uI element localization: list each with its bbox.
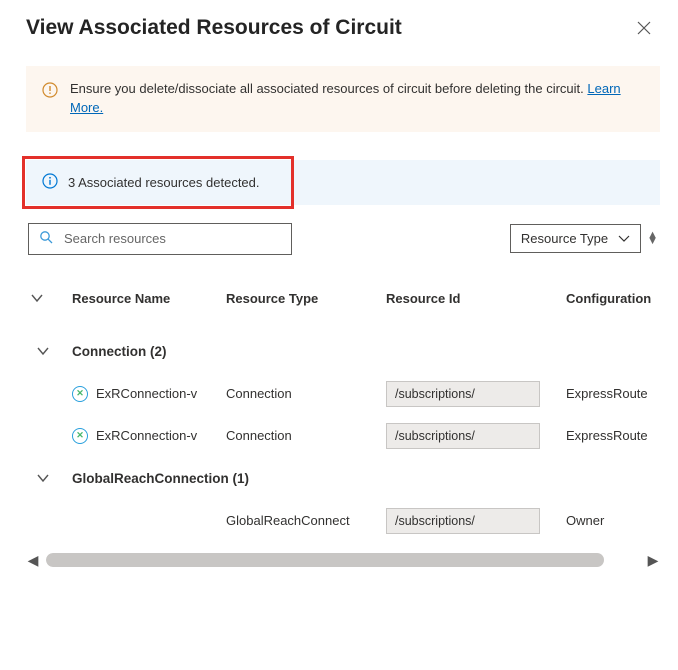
cell-name: ✕ExRConnection-v bbox=[72, 428, 226, 444]
group-row[interactable]: Connection (2) bbox=[26, 330, 660, 373]
cell-config: ExpressRoute bbox=[566, 386, 678, 401]
col-name-header[interactable]: Resource Name bbox=[72, 291, 226, 306]
close-button[interactable] bbox=[628, 12, 660, 44]
cell-type: Connection bbox=[226, 428, 386, 443]
col-type-header[interactable]: Resource Type bbox=[226, 291, 386, 306]
warning-banner: Ensure you delete/dissociate all associa… bbox=[26, 66, 660, 132]
table-row[interactable]: ✕ExRConnection-vConnection/subscriptions… bbox=[26, 373, 660, 415]
horizontal-scrollbar[interactable]: ◀ ▶ bbox=[26, 542, 660, 579]
page-title: View Associated Resources of Circuit bbox=[26, 16, 402, 40]
sort-down-icon: ▼ bbox=[647, 239, 658, 245]
group-name: Connection (2) bbox=[72, 344, 678, 359]
group-toggle[interactable] bbox=[26, 346, 72, 356]
warning-text: Ensure you delete/dissociate all associa… bbox=[70, 80, 630, 118]
info-text: 3 Associated resources detected. bbox=[68, 175, 260, 190]
connection-icon: ✕ bbox=[72, 428, 88, 444]
cell-id[interactable]: /subscriptions/ bbox=[386, 423, 540, 449]
group-row[interactable]: GlobalReachConnection (1) bbox=[26, 457, 660, 500]
dropdown-label: Resource Type bbox=[521, 231, 608, 246]
cell-type: Connection bbox=[226, 386, 386, 401]
scroll-left-icon[interactable]: ◀ bbox=[26, 552, 40, 569]
resource-grid: Resource Name Resource Type Resource Id … bbox=[26, 291, 660, 542]
search-box[interactable] bbox=[28, 223, 292, 255]
col-id-header[interactable]: Resource Id bbox=[386, 291, 566, 306]
sort-toggle[interactable]: ▲ ▼ bbox=[647, 233, 658, 244]
cell-config: Owner bbox=[566, 513, 678, 528]
grid-header: Resource Name Resource Type Resource Id … bbox=[26, 291, 660, 330]
info-banner: 3 Associated resources detected. bbox=[26, 160, 660, 205]
group-toggle[interactable] bbox=[26, 473, 72, 483]
scroll-track[interactable] bbox=[46, 553, 640, 567]
scroll-right-icon[interactable]: ▶ bbox=[646, 552, 660, 569]
cell-config: ExpressRoute bbox=[566, 428, 678, 443]
resource-type-dropdown[interactable]: Resource Type bbox=[510, 224, 641, 253]
connection-icon: ✕ bbox=[72, 386, 88, 402]
scroll-thumb[interactable] bbox=[46, 553, 604, 567]
cell-type: GlobalReachConnect bbox=[226, 513, 386, 528]
table-row[interactable]: GlobalReachConnect/subscriptions/Owner bbox=[26, 500, 660, 542]
chevron-down-icon bbox=[618, 231, 630, 246]
cell-name: ✕ExRConnection-v bbox=[72, 386, 226, 402]
search-input[interactable] bbox=[62, 230, 281, 247]
info-icon bbox=[42, 173, 58, 192]
cell-id[interactable]: /subscriptions/ bbox=[386, 381, 540, 407]
col-config-header[interactable]: Configuration bbox=[566, 291, 678, 306]
group-name: GlobalReachConnection (1) bbox=[72, 471, 678, 486]
search-icon bbox=[39, 230, 54, 248]
expand-all-toggle[interactable] bbox=[26, 293, 72, 303]
warning-icon bbox=[42, 82, 58, 104]
close-icon bbox=[637, 21, 651, 35]
cell-id[interactable]: /subscriptions/ bbox=[386, 508, 540, 534]
table-row[interactable]: ✕ExRConnection-vConnection/subscriptions… bbox=[26, 415, 660, 457]
